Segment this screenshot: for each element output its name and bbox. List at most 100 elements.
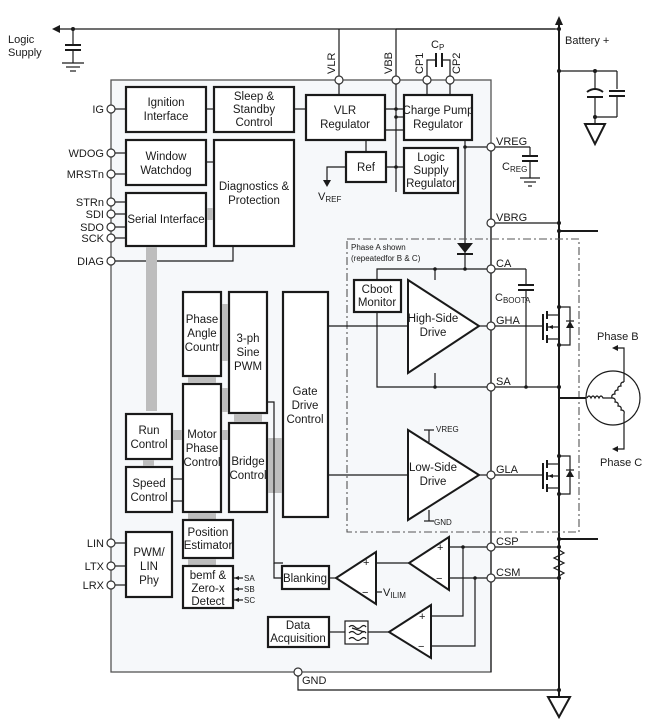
diagnostics-label-1: Diagnostics & xyxy=(219,181,290,193)
phase-box-label-2: (repeatedfor B & C) xyxy=(351,254,421,263)
right-pins: VREG VBRG CA GHA SA GLA CSP CSM xyxy=(486,136,527,583)
block-position-estimator xyxy=(181,518,235,560)
ground-icon xyxy=(62,62,84,72)
phase-c-arrow-icon xyxy=(612,446,618,452)
bus-serial-diag xyxy=(207,208,213,220)
pin-strn xyxy=(106,197,116,207)
sine-pwm-label-2: Sine xyxy=(236,347,259,359)
pin-label-strn: STRn xyxy=(76,197,104,209)
position-label-2: Estimator xyxy=(184,540,233,552)
diagnostics-label-2: Protection xyxy=(228,195,280,207)
phase-b-label: Phase B xyxy=(597,331,639,343)
logic-reg-label-1: Logic xyxy=(417,152,445,164)
cboot-mon-label-1: Cboot xyxy=(362,284,393,296)
pin-lin xyxy=(106,538,116,548)
run-label-1: Run xyxy=(138,425,159,437)
ground-triangle-icon xyxy=(583,123,607,147)
pin-label-diag: DIAG xyxy=(77,256,104,268)
block-vlr-regulator xyxy=(304,93,387,142)
bemf-label-3: Detect xyxy=(191,596,225,608)
pin-sck xyxy=(106,233,116,243)
vlr-label-1: VLR xyxy=(334,105,356,117)
pin-label-gnd: GND xyxy=(302,675,327,687)
hs-drive-label-1: High-Side xyxy=(408,313,459,325)
block-diagnostics-protection xyxy=(212,138,296,248)
pin-label-sa: SA xyxy=(496,376,511,388)
bemf-label-1: bemf & xyxy=(190,570,227,582)
motor-symbol xyxy=(585,345,641,452)
pin-label-gla: GLA xyxy=(496,464,519,476)
position-label-1: Position xyxy=(188,527,229,539)
pin-label-vreg: VREG xyxy=(496,136,527,148)
logic-supply-net: Logic Supply xyxy=(8,25,555,80)
pin-sa xyxy=(486,382,496,392)
run-label-2: Control xyxy=(130,439,167,451)
gate-drive-label-3: Control xyxy=(286,414,323,426)
pin-label-ca: CA xyxy=(496,258,512,270)
speed-label-1: Speed xyxy=(132,478,165,490)
serial-label: Serial Interface xyxy=(127,214,204,226)
ls-gnd-label: GND xyxy=(434,518,452,527)
logic-reg-label-2: Supply xyxy=(413,165,448,177)
bus-position-bemf xyxy=(188,559,216,565)
pin-label-ig: IG xyxy=(92,104,104,116)
watchdog-label-2: Watchdog xyxy=(140,165,191,177)
pin-label-lrx: LRX xyxy=(83,580,105,592)
bus-motor-pwm xyxy=(222,388,228,412)
ignition-label-2: Interface xyxy=(144,111,189,123)
data-acq-label-1: Data xyxy=(286,620,311,632)
daa-plus: + xyxy=(419,611,425,623)
speed-label-2: Control xyxy=(130,492,167,504)
pin-cp1 xyxy=(422,75,432,85)
sleep-label-2: Standby xyxy=(233,104,275,116)
pin-label-cp2: CP2 xyxy=(451,53,463,74)
logic-reg-label-3: Regulator xyxy=(406,178,456,190)
battery-label: Battery + xyxy=(565,35,609,47)
charge-pump-label-1: Charge Pump xyxy=(403,105,474,117)
phase-angle-label-2: Angle xyxy=(187,328,216,340)
phase-angle-label-3: Countr xyxy=(185,342,220,354)
battery-arrow-icon xyxy=(555,16,563,25)
motor-phase-label-2: Phase xyxy=(186,443,219,455)
vlr-label-2: Regulator xyxy=(320,119,370,131)
phase-angle-label-1: Phase xyxy=(186,314,219,326)
bridge-label-2: Control xyxy=(229,470,266,482)
phase-box-label-1: Phase A shown xyxy=(351,243,406,252)
pin-label-vbrg: VBRG xyxy=(496,212,527,224)
bus-run-motor xyxy=(173,430,182,440)
pin-label-sck: SCK xyxy=(81,233,104,245)
ls-drive-label-2: Drive xyxy=(420,476,447,488)
csa-minus: − xyxy=(436,573,442,585)
filter-icon xyxy=(344,620,369,645)
gate-drive-label-1: Gate xyxy=(293,386,318,398)
pin-label-lin: LIN xyxy=(87,538,104,550)
gate-drive-label-2: Drive xyxy=(292,400,319,412)
pin-label-ltx: LTX xyxy=(85,561,105,573)
creg-ground-icon xyxy=(520,177,540,187)
bemf-inputs: SA SB SC xyxy=(234,574,255,605)
pin-label-csm: CSM xyxy=(496,567,520,579)
pin-label-cp1: CP1 xyxy=(414,53,426,74)
sleep-label-3: Control xyxy=(235,117,272,129)
pin-vbrg xyxy=(486,218,496,228)
pin-label-sdi: SDI xyxy=(86,209,104,221)
bemf-input-sb: SB xyxy=(244,585,255,594)
bus-run-speed xyxy=(143,460,154,466)
pin-ltx xyxy=(106,561,116,571)
sine-pwm-label-3: PWM xyxy=(234,361,262,373)
pin-mrstn xyxy=(106,169,116,179)
motor-phase-label-3: Control xyxy=(183,457,220,469)
csa-plus: + xyxy=(437,542,443,554)
bemf-input-sa: SA xyxy=(244,574,255,583)
creg-label: CREG xyxy=(502,161,527,174)
pin-sdi xyxy=(106,209,116,219)
pin-label-vbb: VBB xyxy=(383,52,395,74)
bus-angle-motor xyxy=(188,377,216,383)
ls-drive-label-1: Low-Side xyxy=(409,462,457,474)
pin-cp2 xyxy=(445,75,455,85)
pin-vreg xyxy=(486,142,496,152)
pin-label-vlr: VLR xyxy=(326,53,338,74)
phase-c-label: Phase C xyxy=(600,457,642,469)
ground-triangle-bottom-icon xyxy=(546,696,572,720)
pin-gla xyxy=(486,470,496,480)
